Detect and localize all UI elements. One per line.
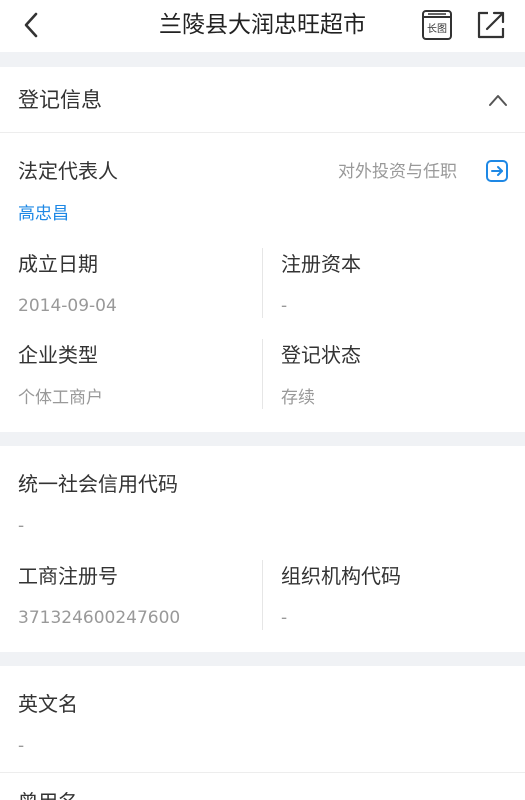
legal-rep-label: 法定代表人 (18, 159, 118, 183)
legal-rep-name[interactable]: 高忠昌 (18, 202, 69, 226)
capital-label: 注册资本 (281, 252, 361, 276)
registration-section-header[interactable]: 登记信息 (0, 67, 525, 133)
status-label: 登记状态 (281, 343, 361, 367)
credit-code-value: - (18, 516, 25, 536)
column-divider (262, 560, 263, 630)
top-bar: 兰陵县大润忠旺超市 长图 (0, 0, 525, 52)
established-label: 成立日期 (18, 252, 98, 276)
column-divider (262, 248, 263, 318)
section-gap (0, 52, 525, 67)
established-value: 2014-09-04 (18, 296, 117, 316)
share-icon (477, 11, 505, 39)
english-name-value: - (18, 736, 25, 756)
reg-no-value: 371324600247600 (18, 608, 181, 628)
english-name-label: 英文名 (18, 692, 78, 716)
company-type-label: 企业类型 (18, 343, 98, 367)
investment-link[interactable]: 对外投资与任职 (338, 160, 457, 184)
long-image-label: 长图 (427, 23, 447, 35)
reg-no-label: 工商注册号 (18, 564, 118, 588)
arrow-right-box-icon[interactable] (485, 159, 509, 183)
chevron-up-icon[interactable] (486, 89, 510, 111)
org-code-label: 组织机构代码 (281, 564, 401, 588)
credit-code-label: 统一社会信用代码 (18, 472, 178, 496)
row-divider (0, 772, 525, 773)
column-divider (262, 339, 263, 409)
long-image-button[interactable]: 长图 (420, 8, 454, 42)
former-name-label: 曾用名 (18, 788, 78, 800)
capital-value: - (281, 296, 288, 316)
section-title: 登记信息 (18, 88, 102, 112)
share-button[interactable] (474, 8, 508, 42)
section-gap (0, 432, 525, 446)
company-type-value: 个体工商户 (18, 388, 103, 408)
org-code-value: - (281, 608, 288, 628)
section-gap (0, 652, 525, 666)
status-value: 存续 (281, 388, 315, 408)
long-image-icon: 长图 (422, 10, 452, 40)
